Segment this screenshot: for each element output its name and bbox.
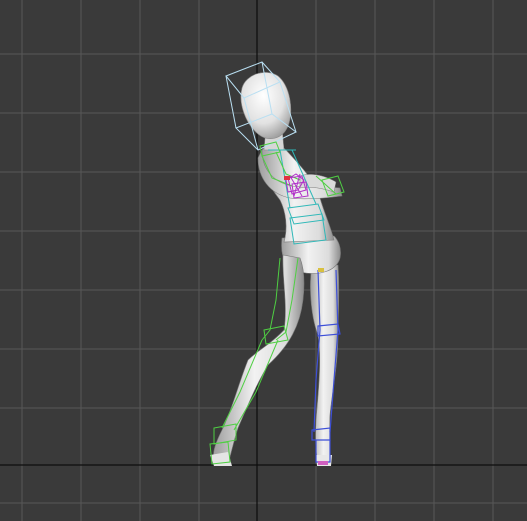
viewport-canvas[interactable]	[0, 0, 527, 521]
shoulder-accent	[284, 176, 290, 180]
hip-accent	[318, 268, 324, 272]
3d-viewport[interactable]	[0, 0, 527, 521]
biped-figure[interactable]	[209, 61, 345, 466]
foot-accent	[318, 461, 328, 465]
